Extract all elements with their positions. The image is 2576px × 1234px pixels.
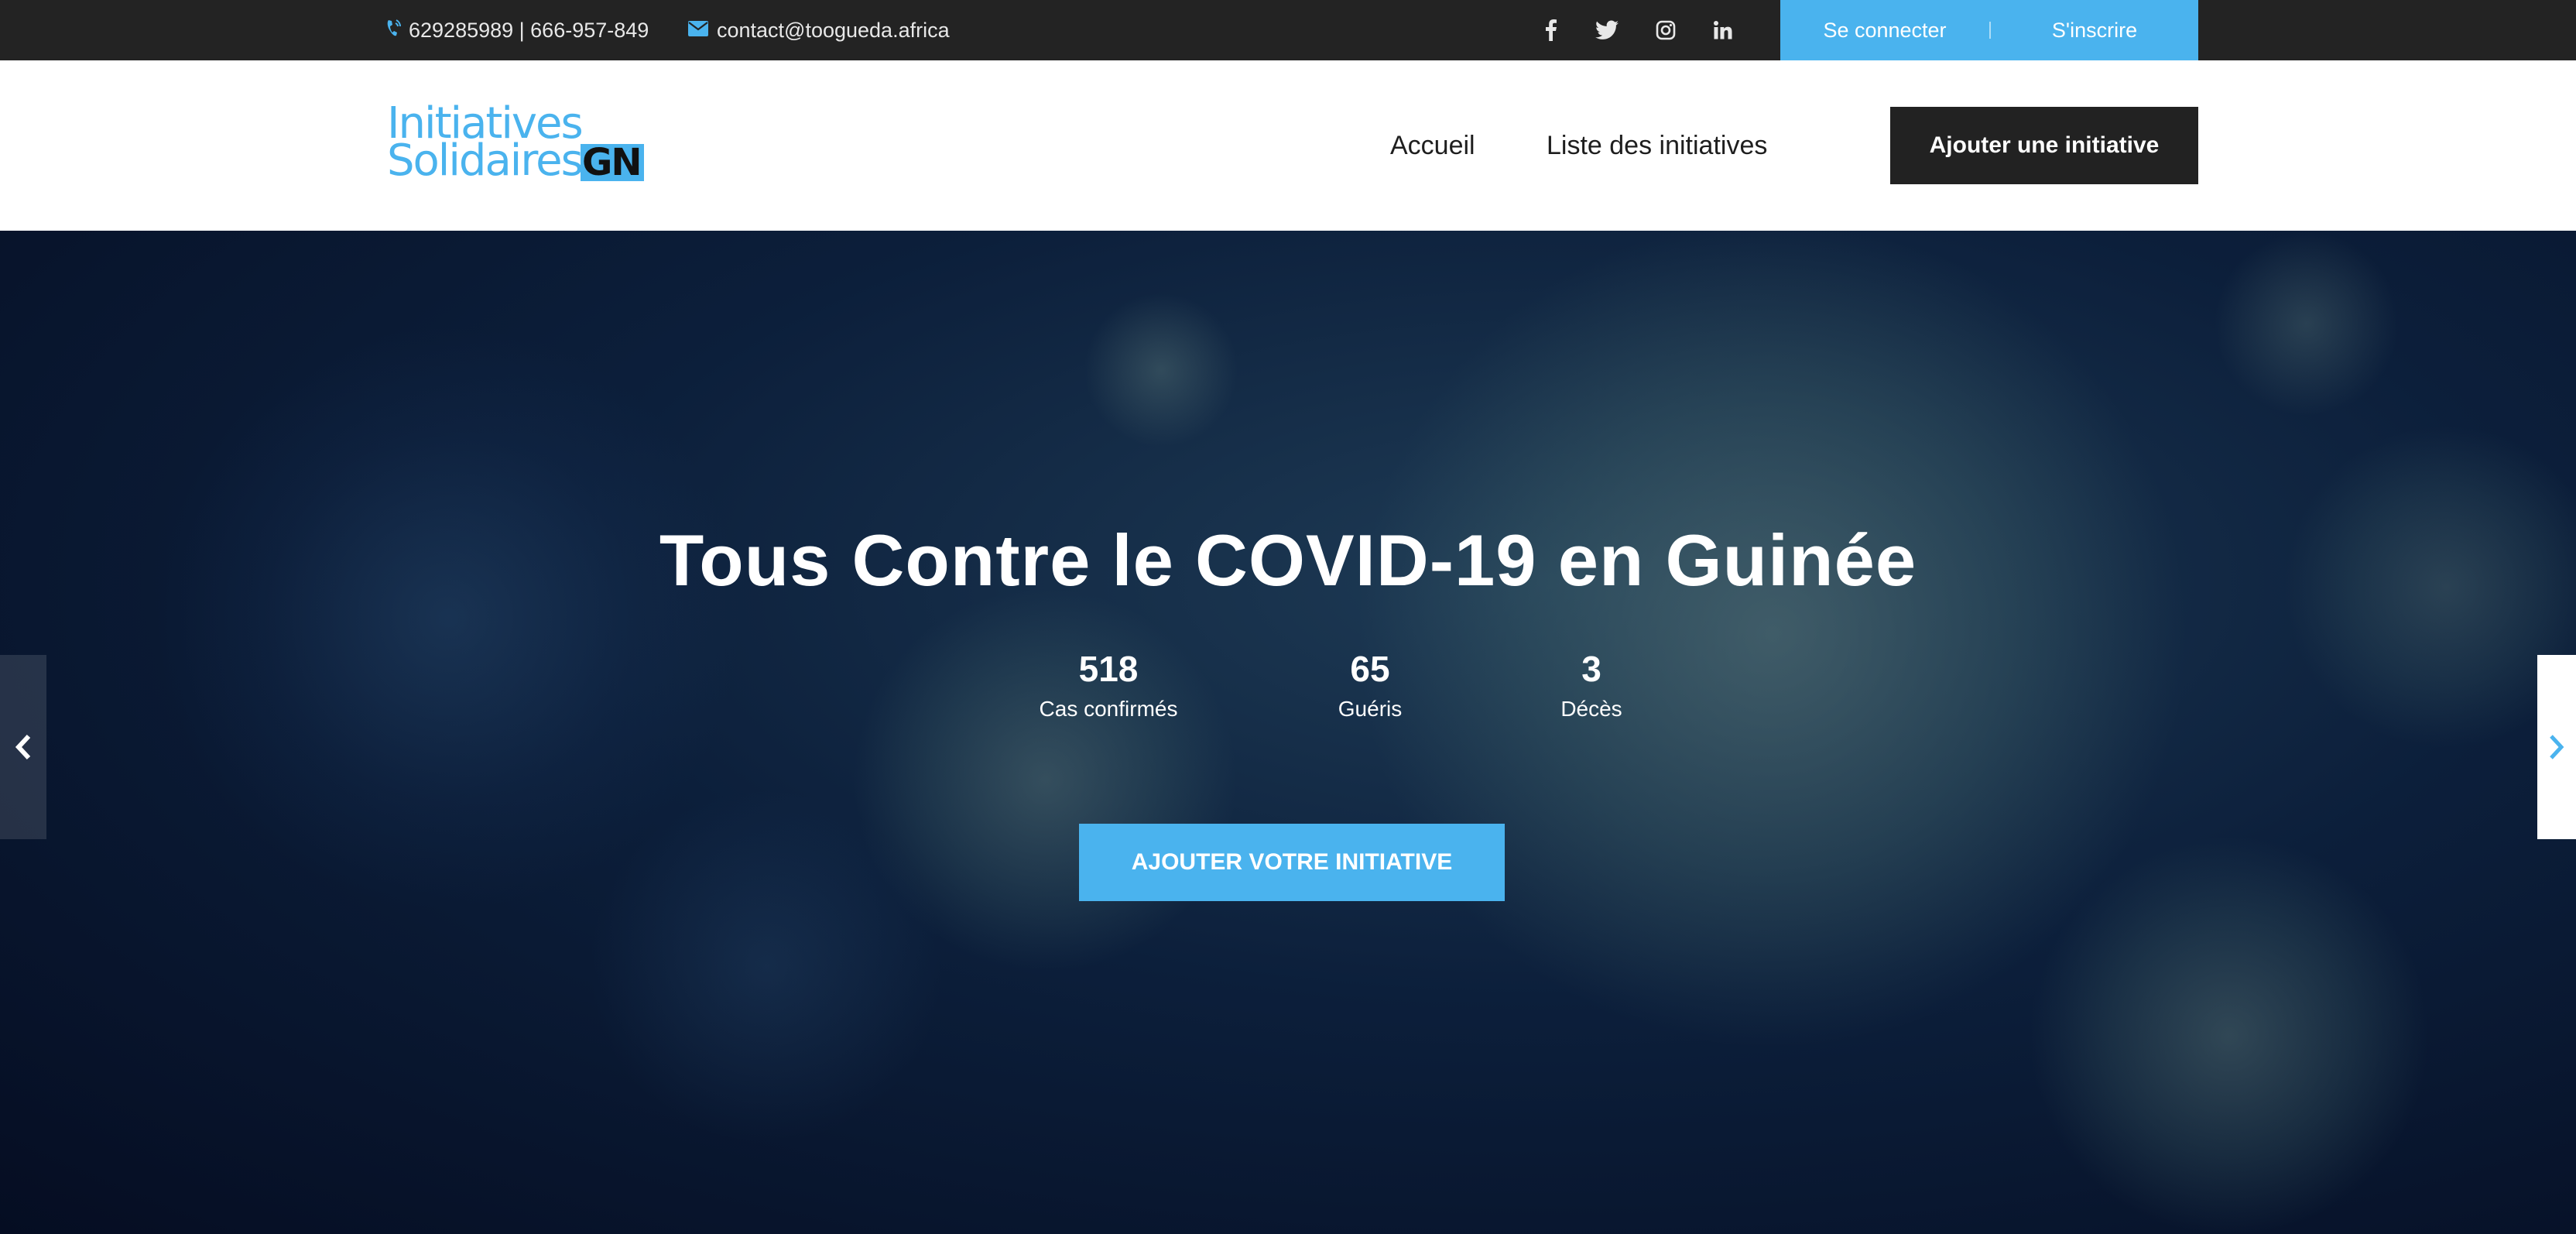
stat-confirmed: 518 Cas confirmés <box>992 649 1225 722</box>
login-link[interactable]: Se connecter <box>1780 19 1989 43</box>
stat-recovered: 65 Guéris <box>1254 649 1486 722</box>
logo-badge: GN <box>581 144 644 181</box>
chevron-right-icon <box>2550 735 2564 759</box>
slider-next-button[interactable] <box>2537 655 2576 839</box>
stat-confirmed-label: Cas confirmés <box>1039 697 1178 721</box>
phone-contact[interactable]: 629285989 | 666-957-849 <box>385 0 649 60</box>
stat-confirmed-value: 518 <box>1078 649 1139 689</box>
phone-icon <box>385 18 409 43</box>
nav-home-label: Accueil <box>1390 130 1475 160</box>
chevron-left-icon <box>15 734 31 760</box>
email-contact[interactable]: contact@toogueda.africa <box>687 0 950 60</box>
facebook-icon[interactable] <box>1534 0 1568 60</box>
top-bar: 629285989 | 666-957-849 contact@toogueda… <box>0 0 2576 60</box>
stat-recovered-value: 65 <box>1350 649 1390 689</box>
nav-item-home[interactable]: Accueil <box>1390 60 1475 231</box>
stat-deaths-label: Décès <box>1560 697 1622 721</box>
add-initiative-button[interactable]: Ajouter une initiative <box>1890 107 2198 184</box>
twitter-icon[interactable] <box>1590 0 1624 60</box>
stat-deaths: 3 Décès <box>1475 649 1708 722</box>
slider-prev-button[interactable] <box>0 655 46 839</box>
email-text: contact@toogueda.africa <box>717 18 950 42</box>
nav-item-initiatives-list[interactable]: Liste des initiatives <box>1547 60 1767 231</box>
signup-link[interactable]: S'inscrire <box>1991 19 2198 43</box>
auth-bar: Se connecter S'inscrire <box>1780 0 2198 60</box>
envelope-icon <box>687 19 717 43</box>
instagram-icon[interactable] <box>1649 0 1683 60</box>
logo-line2: Solidaires <box>387 135 584 186</box>
site-logo[interactable]: Initiatives Solidaires GN <box>385 101 649 186</box>
site-header: Initiatives Solidaires GN Accueil Liste … <box>0 60 2576 231</box>
nav-list-label: Liste des initiatives <box>1547 130 1768 160</box>
hero-slider: Tous Contre le COVID-19 en Guinée 518 Ca… <box>0 231 2576 1234</box>
add-your-initiative-button[interactable]: AJOUTER VOTRE INITIATIVE <box>1079 824 1505 901</box>
hero-title: Tous Contre le COVID-19 en Guinée <box>659 519 1917 601</box>
linkedin-icon[interactable] <box>1706 0 1740 60</box>
stat-recovered-label: Guéris <box>1338 697 1403 721</box>
phone-text: 629285989 | 666-957-849 <box>409 18 649 42</box>
stat-deaths-value: 3 <box>1581 649 1601 689</box>
